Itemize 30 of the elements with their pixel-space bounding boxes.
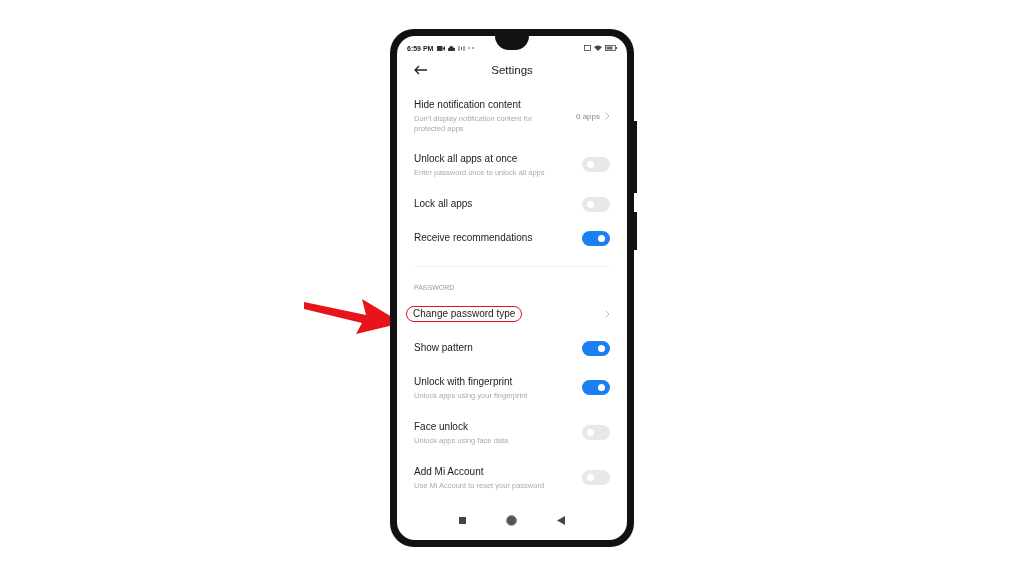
- settings-row[interactable]: Show pattern: [414, 331, 610, 365]
- row-value: 0 apps: [575, 111, 600, 121]
- row-title: Face unlock: [414, 419, 468, 434]
- back-arrow-icon[interactable]: [414, 65, 428, 75]
- cloud-icon: [448, 45, 456, 51]
- chevron-right-icon: [605, 112, 610, 120]
- toggle-switch[interactable]: [582, 230, 610, 246]
- chevron-right-icon: [605, 310, 610, 318]
- screen-title: Settings: [491, 64, 533, 76]
- back-button[interactable]: [557, 515, 565, 525]
- wifi-icon: [594, 45, 602, 51]
- video-camera-icon: [437, 45, 446, 51]
- row-title: Receive recommendations: [414, 231, 533, 245]
- camera-notch: [495, 36, 529, 50]
- row-title: Hide notification content: [414, 98, 521, 112]
- row-title: Show pattern: [414, 341, 473, 355]
- row-title: Lock all apps: [414, 197, 473, 211]
- row-title: Unlock with fingerprint: [414, 374, 513, 389]
- recents-button[interactable]: [459, 516, 466, 524]
- toggle-switch[interactable]: [582, 340, 610, 356]
- signal-waves-icon: [458, 45, 466, 51]
- home-button[interactable]: [506, 514, 517, 526]
- row-title: Add Mi Account: [414, 464, 484, 479]
- settings-row[interactable]: Receive recommendations: [414, 221, 610, 255]
- toggle-switch[interactable]: [582, 380, 610, 395]
- settings-row[interactable]: Change password type: [405, 297, 610, 331]
- sim-icon: [584, 45, 591, 51]
- settings-row[interactable]: Lock all apps: [414, 187, 610, 221]
- row-title: Unlock all apps at once: [414, 151, 518, 166]
- battery-icon: [605, 45, 617, 51]
